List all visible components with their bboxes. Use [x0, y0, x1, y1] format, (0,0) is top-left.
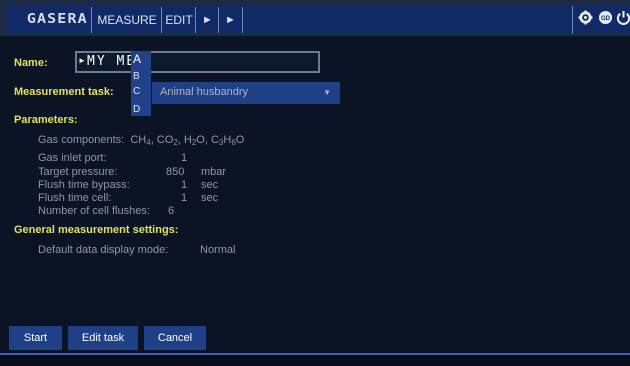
param-unit: sec — [201, 179, 219, 191]
cancel-button[interactable]: Cancel — [144, 326, 206, 350]
tab-edit[interactable]: EDIT — [161, 7, 196, 33]
play-arrow-icon[interactable]: ► — [218, 7, 243, 33]
gas-components-value: CH4, CO2, H2O, C3H6O — [127, 134, 245, 147]
start-button[interactable]: Start — [9, 326, 62, 350]
gas-components-row: Gas components: CH4, CO2, H2O, C3H6O — [38, 134, 244, 147]
general-settings-label: General measurement settings: — [14, 224, 179, 236]
display-mode-label: Default data display mode: — [38, 244, 169, 256]
display-mode-value: Normal — [200, 244, 236, 256]
letter-option[interactable]: B — [133, 72, 140, 82]
bottom-strip — [0, 355, 630, 366]
param-value: 1 — [181, 152, 188, 164]
param-label: Flush time bypass: — [38, 179, 130, 191]
letter-picker[interactable]: A B C D — [131, 51, 151, 116]
letter-option[interactable]: D — [133, 105, 140, 115]
letter-option[interactable]: A — [133, 53, 141, 65]
param-unit: mbar — [201, 166, 227, 178]
gas-components-label: Gas components: — [38, 134, 125, 146]
cursor-arrow-icon: ► — [78, 56, 86, 65]
measurement-task-value: Animal husbandry — [160, 86, 249, 98]
gear-icon[interactable] — [578, 10, 593, 31]
system-icons: GD — [572, 6, 630, 34]
letter-option[interactable]: C — [133, 87, 140, 97]
param-value: 1 — [181, 192, 188, 204]
measurement-task-label: Measurement task: — [14, 86, 114, 98]
next-arrow-icon[interactable]: ► — [195, 7, 219, 33]
param-value: 1 — [181, 179, 188, 191]
svg-text:GD: GD — [601, 15, 611, 22]
param-value: 850 — [166, 166, 185, 178]
param-label: Number of cell flushes: — [38, 205, 150, 217]
param-value: 6 — [168, 205, 175, 217]
measurement-task-select[interactable]: Animal husbandry ▼ — [152, 82, 340, 104]
param-label: Flush time cell: — [38, 192, 112, 204]
parameters-label: Parameters: — [14, 114, 78, 126]
name-label: Name: — [14, 57, 48, 69]
tab-measure[interactable]: MEASURE — [91, 7, 162, 33]
param-label: Target pressure: — [38, 166, 118, 178]
gd-icon[interactable]: GD — [598, 10, 613, 31]
chevron-down-icon: ▼ — [323, 88, 331, 97]
app-screen: GASERA MEASURE EDIT ► ► GD Name: ► MY ME… — [0, 0, 630, 366]
power-icon[interactable] — [616, 10, 630, 31]
edit-task-button[interactable]: Edit task — [68, 326, 138, 350]
param-label: Gas inlet port: — [38, 152, 107, 164]
name-input-value: MY ME — [87, 54, 137, 69]
param-unit: sec — [201, 192, 219, 204]
